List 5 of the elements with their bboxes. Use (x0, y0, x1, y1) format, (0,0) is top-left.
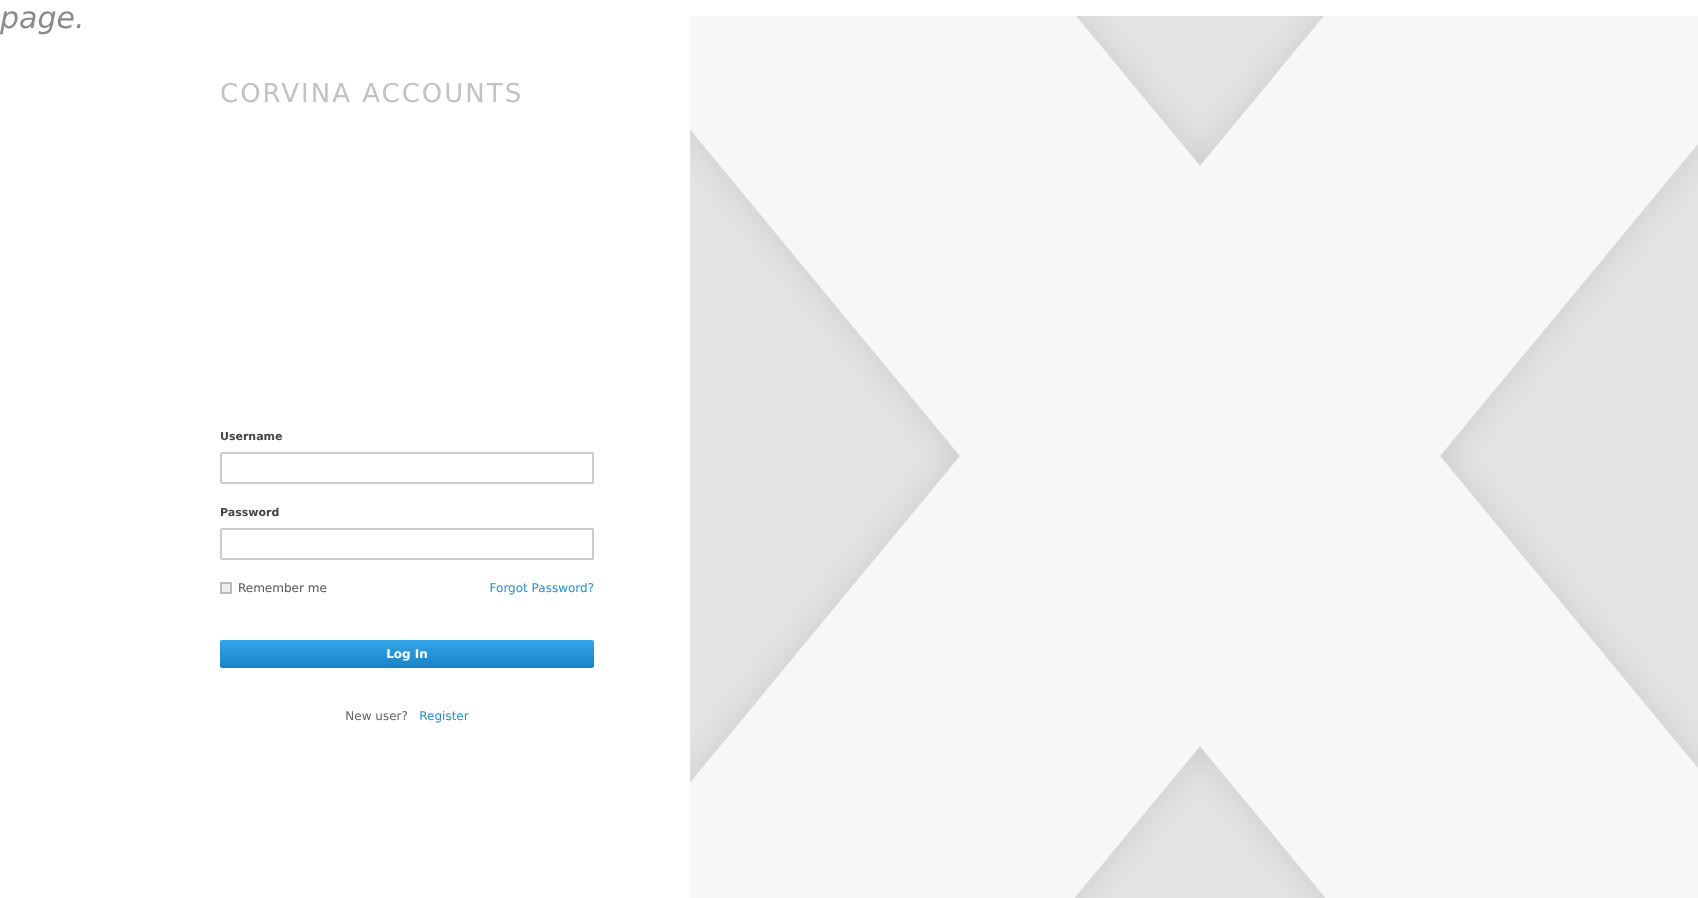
remember-checkbox[interactable] (220, 582, 232, 595)
caption-text: page. (0, 0, 85, 36)
brand-title: CORVINA ACCOUNTS (220, 80, 524, 110)
input-field[interactable] (220, 528, 594, 560)
input-field[interactable] (220, 451, 594, 484)
